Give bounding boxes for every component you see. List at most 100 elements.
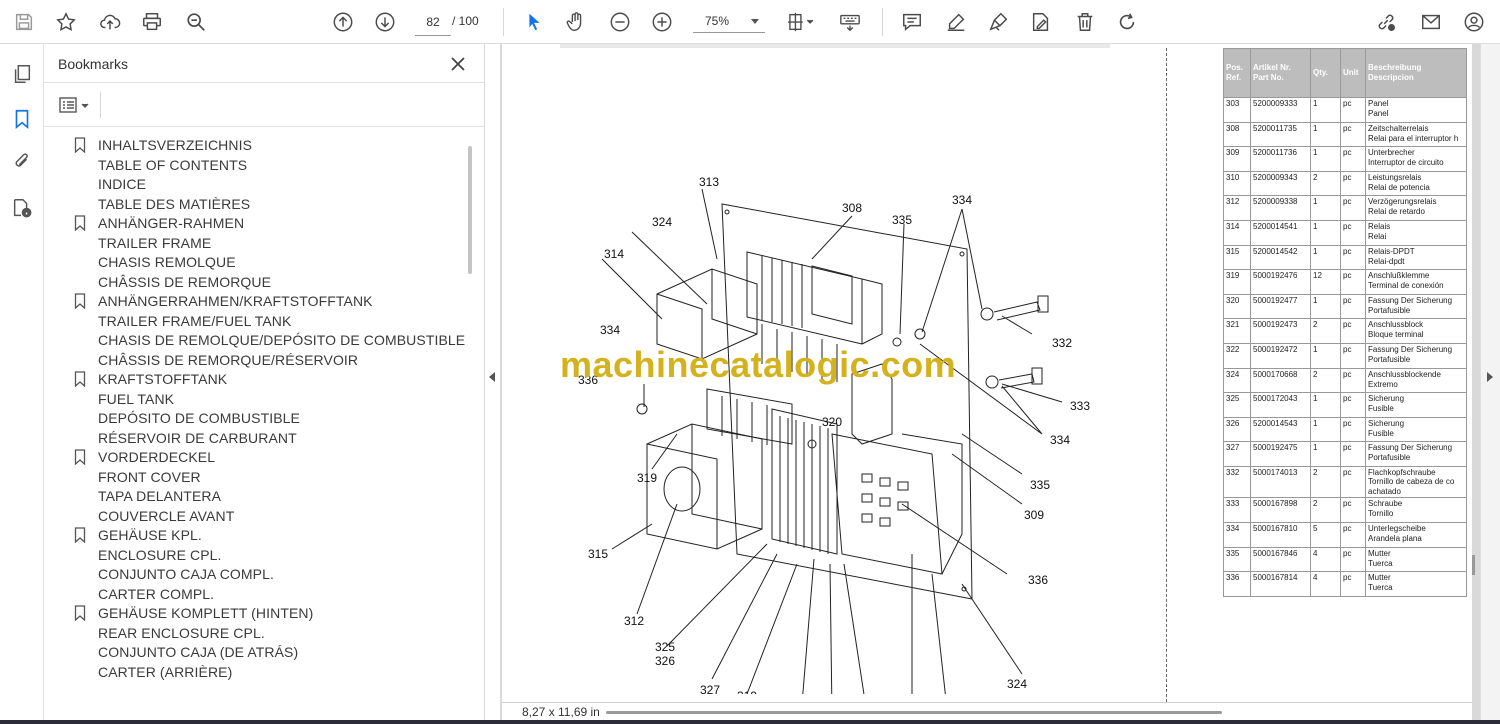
comment-icon[interactable] <box>898 8 926 36</box>
bookmark-label[interactable]: REAR ENCLOSURE CPL. <box>98 624 472 644</box>
keyboard-scroll-icon[interactable] <box>836 8 864 36</box>
horizontal-scrollbar[interactable] <box>606 711 1222 714</box>
table-row: 324 5000170668 2 pc Anschlussblockende Extrem… <box>1223 367 1467 394</box>
description-cell: Anschlussblockende Extremo <box>1365 367 1467 394</box>
bookmark-item[interactable]: ANHÄNGERRAHMEN/KRAFTSTOFFTANK TRAILER FRA… <box>72 292 472 370</box>
vertical-scrollbar[interactable] <box>1472 555 1475 575</box>
zoom-search-icon[interactable] <box>182 8 210 36</box>
bookmark-label[interactable]: CHÂSSIS DE REMORQUE <box>98 273 472 293</box>
callout-label: 312 <box>624 614 644 628</box>
page-number-input[interactable] <box>415 9 451 36</box>
bookmark-item[interactable]: GEHÄUSE KOMPLETT (HINTEN) REAR ENCLOSURE … <box>72 604 472 682</box>
table-cell: 320 <box>1223 293 1251 320</box>
bookmark-label[interactable]: FRONT COVER <box>98 468 472 488</box>
bookmark-label[interactable]: CONJUNTO CAJA COMPL. <box>98 565 472 585</box>
panel-scrollbar[interactable] <box>468 146 472 274</box>
table-cell: 1 <box>1310 441 1341 467</box>
page-up-icon[interactable] <box>329 8 357 36</box>
table-cell: 1 <box>1310 416 1341 443</box>
page-thumbnails-icon[interactable] <box>8 60 36 88</box>
table-cell: 303 <box>1223 97 1251 123</box>
bookmark-label[interactable]: GEHÄUSE KPL. <box>98 526 472 546</box>
bookmark-label[interactable]: ANHÄNGERRAHMEN/KRAFTSTOFFTANK <box>98 292 472 312</box>
table-cell: 333 <box>1223 497 1251 523</box>
bookmark-item[interactable]: ANHÄNGER-RAHMEN TRAILER FRAME CHASIS REMOL… <box>72 214 472 292</box>
bookmark-item[interactable]: GEHÄUSE KPL. ENCLOSURE CPL. CONJUNTO CAJA … <box>72 526 472 604</box>
zoom-out-icon[interactable] <box>606 8 634 36</box>
bookmark-label[interactable]: TAPA DELANTERA <box>98 487 472 507</box>
table-cell: 12 <box>1310 269 1341 295</box>
description-line: Fusible <box>1368 404 1394 414</box>
save-icon[interactable] <box>10 8 38 36</box>
bookmark-label[interactable]: TRAILER FRAME/FUEL TANK <box>98 312 472 332</box>
description-line: Anschlußklemme <box>1368 271 1430 281</box>
bookmark-label[interactable]: GEHÄUSE KOMPLETT (HINTEN) <box>98 604 472 624</box>
bookmarks-icon[interactable] <box>8 105 36 133</box>
description-cell: Relais-DPDT Relai-dpdt <box>1365 244 1467 271</box>
zoom-in-icon[interactable] <box>648 8 676 36</box>
collapse-panel-arrow-icon[interactable] <box>489 372 495 382</box>
divider <box>44 82 484 83</box>
bookmark-label[interactable]: CONJUNTO CAJA (DE ATRÁS) <box>98 643 472 663</box>
hand-icon[interactable] <box>562 8 590 36</box>
column-header-line: Beschreibung <box>1368 63 1422 72</box>
description-line: Fassung Der Sicherung <box>1368 443 1453 453</box>
callout-label: 334 <box>600 323 620 337</box>
description-line: Relais-DPDT <box>1368 246 1415 256</box>
bookmark-label[interactable]: FUEL TANK <box>98 390 472 410</box>
account-icon[interactable] <box>1460 8 1488 36</box>
close-icon[interactable] <box>448 54 468 74</box>
mail-icon[interactable] <box>1417 8 1445 36</box>
attachment-icon[interactable] <box>8 148 36 176</box>
table-cell: 5000174013 <box>1250 465 1311 499</box>
table-cell: 5200009343 <box>1250 170 1311 197</box>
bookmark-label[interactable]: DEPÓSITO DE COMBUSTIBLE <box>98 409 472 429</box>
bookmark-label[interactable]: COUVERCLE AVANT <box>98 507 472 527</box>
table-cell: 314 <box>1223 219 1251 246</box>
expand-panel-arrow-icon[interactable] <box>1487 372 1493 382</box>
document-info-icon[interactable] <box>8 194 36 222</box>
bookmark-label[interactable]: CARTER (ARRIÈRE) <box>98 663 472 683</box>
bookmark-label[interactable]: RÉSERVOIR DE CARBURANT <box>98 429 472 449</box>
table-cell: 5 <box>1310 522 1341 548</box>
bookmark-label[interactable]: ANHÄNGER-RAHMEN <box>98 214 472 234</box>
bookmark-label[interactable]: INHALTSVERZEICHNIS <box>98 136 472 156</box>
bookmark-icon <box>74 137 86 153</box>
fit-page-icon[interactable] <box>780 8 820 36</box>
bookmark-label[interactable]: CHASIS DE REMOLQUE/DEPÓSITO DE COMBUSTIB… <box>98 331 472 351</box>
bookmark-options-button[interactable] <box>58 94 94 116</box>
bookmark-label[interactable]: KRAFTSTOFFTANK <box>98 370 472 390</box>
zoom-dropdown[interactable]: 75% <box>693 9 765 33</box>
upload-cloud-icon[interactable] <box>96 8 124 36</box>
link-icon[interactable] <box>1372 8 1400 36</box>
callout-label: 333 <box>1070 399 1090 413</box>
description-line: Verzögerungsrelais <box>1368 197 1437 207</box>
bookmark-item[interactable]: INHALTSVERZEICHNIS TABLE OF CONTENTS INDIC… <box>72 136 472 214</box>
bookmark-label[interactable]: ENCLOSURE CPL. <box>98 546 472 566</box>
share-edit-icon[interactable] <box>1027 8 1055 36</box>
table-cell: 1 <box>1310 146 1341 172</box>
highlight-pen-icon[interactable] <box>942 8 970 36</box>
bookmark-item[interactable]: VORDERDECKEL FRONT COVER TAPA DELANTERA COU… <box>72 448 472 526</box>
table-row: 315 5200014542 1 pc Relais-DPDT Relai-dpdt <box>1223 244 1467 271</box>
table-row: 319 5000192476 12 pc Anschlußklemme Terminal … <box>1223 269 1467 295</box>
delete-icon[interactable] <box>1071 8 1099 36</box>
sign-icon[interactable] <box>985 8 1013 36</box>
bookmark-label[interactable]: TABLE OF CONTENTS <box>98 156 472 176</box>
page-down-icon[interactable] <box>371 8 399 36</box>
rotate-icon[interactable] <box>1113 8 1141 36</box>
table-cell: 5000192475 <box>1250 441 1311 467</box>
print-icon[interactable] <box>138 8 166 36</box>
bookmark-label[interactable]: TABLE DES MATIÈRES <box>98 195 472 215</box>
bookmark-label[interactable]: CHASIS REMOLQUE <box>98 253 472 273</box>
bookmark-label[interactable]: VORDERDECKEL <box>98 448 472 468</box>
bookmark-label[interactable]: CHÂSSIS DE REMORQUE/RÉSERVOIR <box>98 351 472 371</box>
table-cell: 5000192472 <box>1250 342 1311 369</box>
bookmark-label[interactable]: TRAILER FRAME <box>98 234 472 254</box>
bookmark-label[interactable]: INDICE <box>98 175 472 195</box>
table-cell: 324 <box>1223 367 1251 394</box>
bookmark-label[interactable]: CARTER COMPL. <box>98 585 472 605</box>
bookmark-item[interactable]: KRAFTSTOFFTANK FUEL TANK DEPÓSITO DE COMBU… <box>72 370 472 448</box>
bookmark-star-icon[interactable] <box>52 8 80 36</box>
select-arrow-icon[interactable] <box>520 8 548 36</box>
